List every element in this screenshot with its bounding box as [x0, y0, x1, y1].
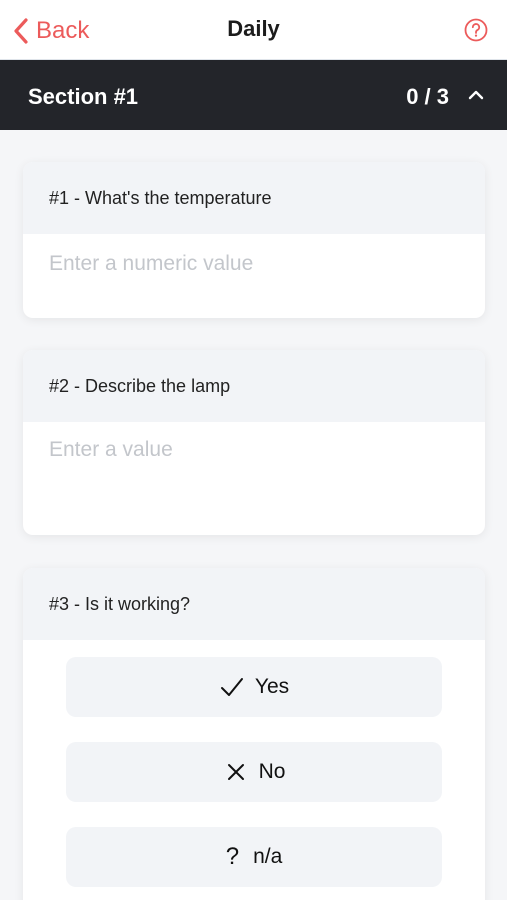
- question-label: #1 - What's the temperature: [23, 162, 485, 234]
- question-mark-icon: ?: [225, 843, 240, 870]
- na-button[interactable]: ? n/a: [66, 827, 442, 887]
- chevron-up-icon: [468, 90, 484, 100]
- question-label: #3 - Is it working?: [23, 568, 485, 640]
- section-progress: 0 / 3: [406, 84, 449, 109]
- cross-icon: [227, 764, 244, 780]
- yes-button[interactable]: Yes: [66, 657, 442, 717]
- question-label: #2 - Describe the lamp: [23, 350, 485, 422]
- numeric-value-input[interactable]: [23, 234, 485, 294]
- help-button[interactable]: [464, 18, 488, 42]
- section-header[interactable]: Section #1 0 / 3: [0, 60, 507, 130]
- check-icon: [220, 678, 243, 696]
- no-button[interactable]: No: [66, 742, 442, 802]
- nav-bar: Back Daily: [0, 0, 507, 60]
- text-value-input[interactable]: [23, 422, 485, 512]
- option-label: No: [258, 760, 286, 783]
- question-card: #3 - Is it working? Yes No ? n/a: [23, 568, 485, 900]
- option-label: n/a: [253, 845, 283, 868]
- help-icon: [464, 18, 488, 42]
- collapse-toggle[interactable]: [461, 82, 491, 108]
- question-card: #2 - Describe the lamp: [23, 350, 485, 535]
- question-card: #1 - What's the temperature: [23, 162, 485, 318]
- section-title: Section #1: [28, 84, 139, 109]
- option-label: Yes: [254, 675, 290, 698]
- page-title: Daily: [227, 16, 280, 41]
